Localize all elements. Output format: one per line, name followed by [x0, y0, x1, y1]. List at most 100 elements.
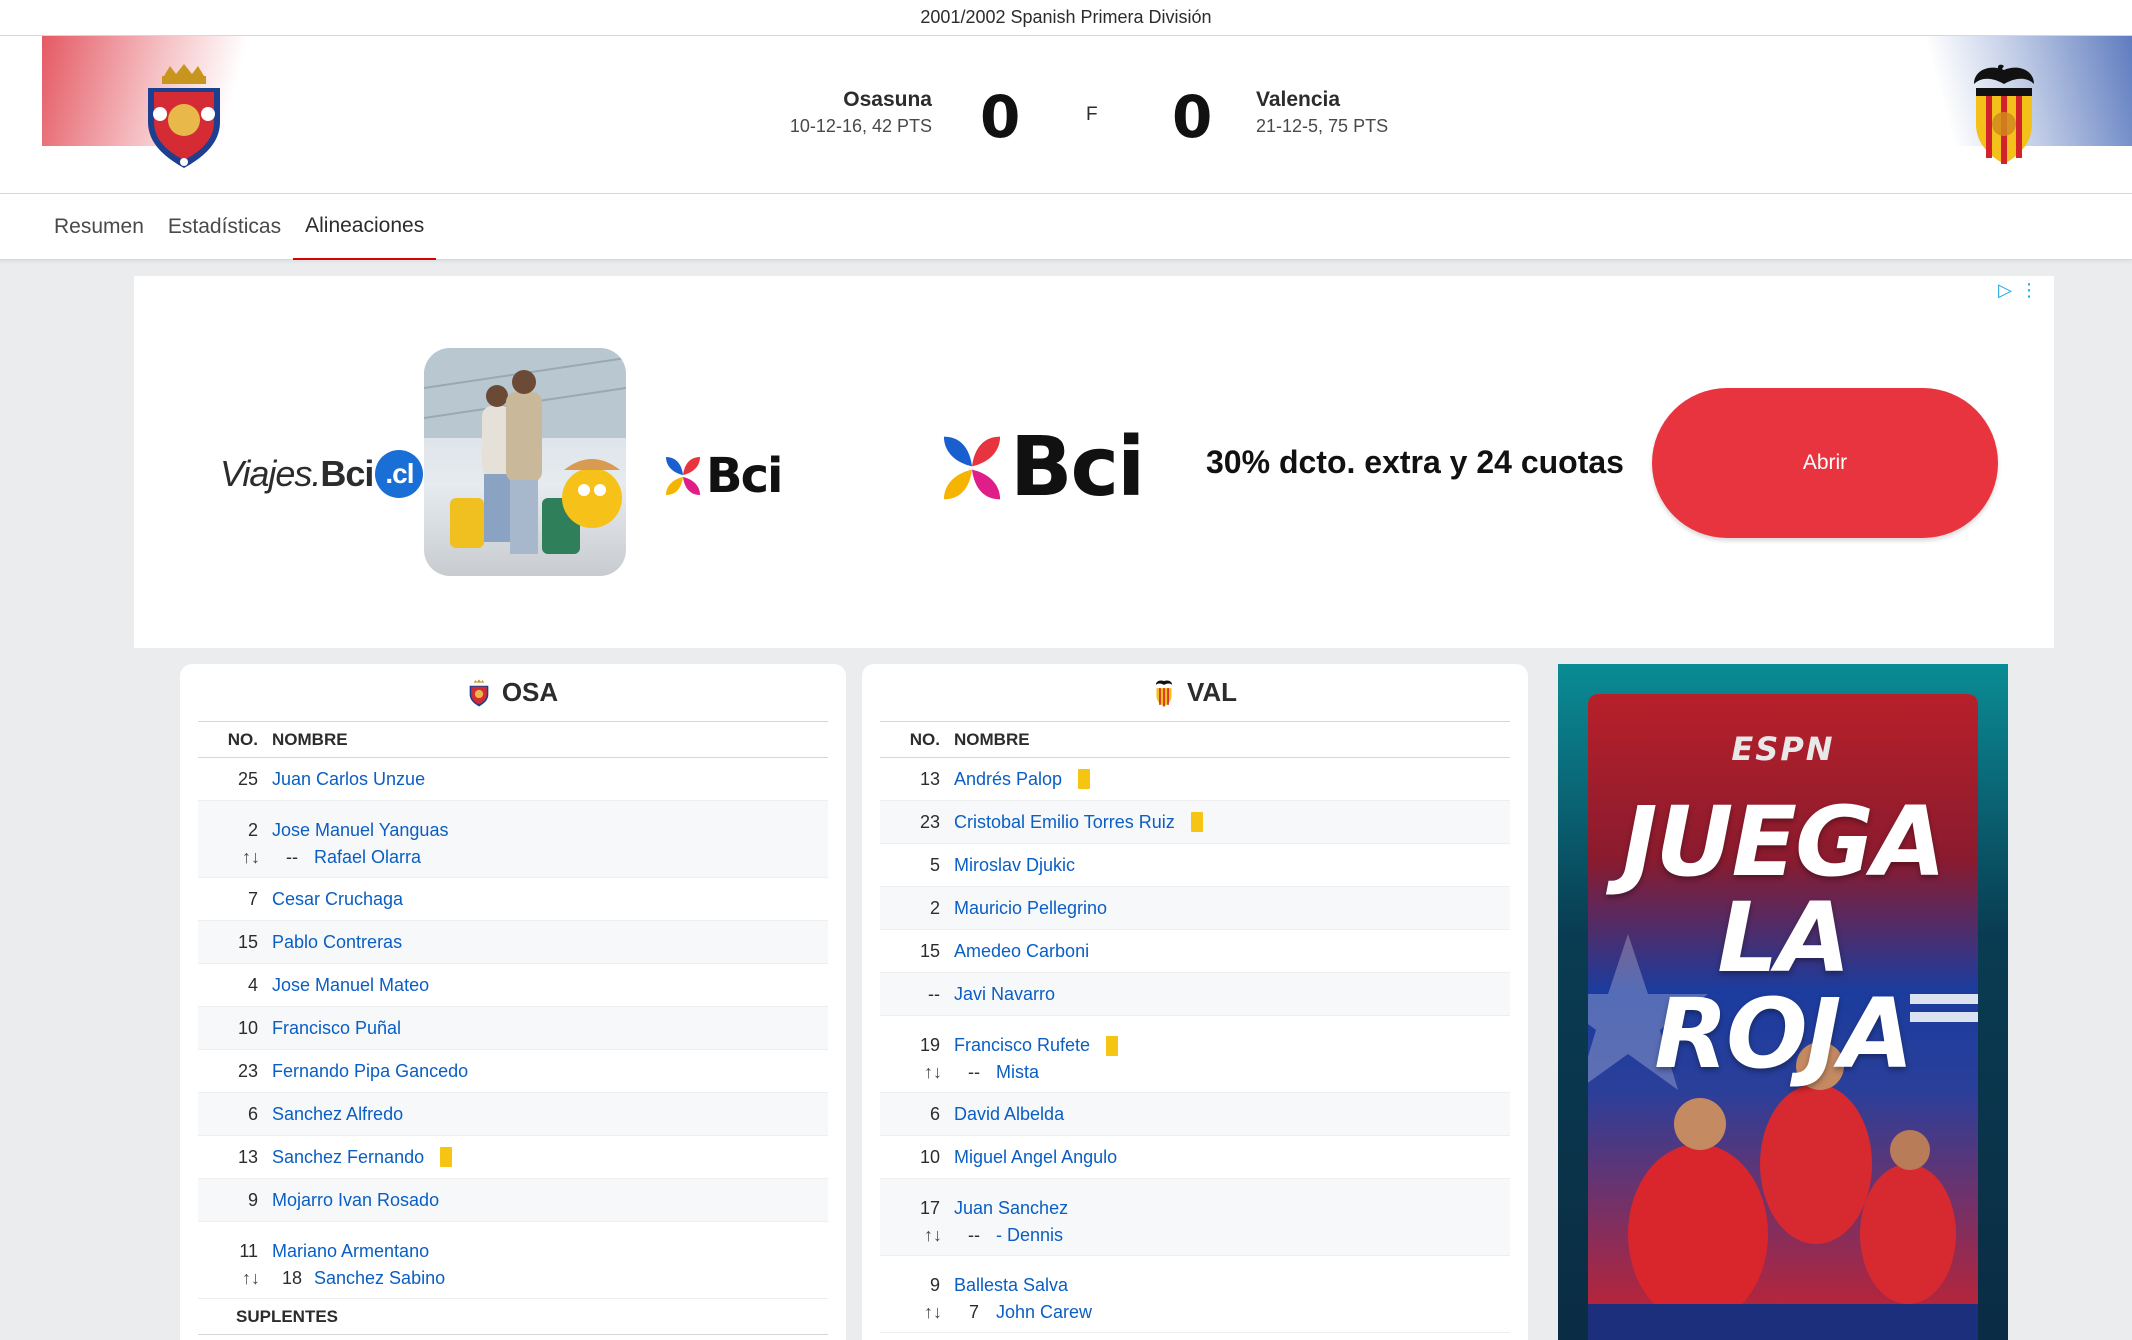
- side-ad-poster[interactable]: ESPN JUEGA LA ROJA: [1588, 694, 1978, 1340]
- player-line: 7 Cesar Cruchaga: [198, 878, 828, 920]
- player-name-link[interactable]: Sanchez Fernando: [272, 1147, 424, 1168]
- away-team-name[interactable]: Valencia: [1256, 88, 1388, 112]
- player-name-link[interactable]: Javi Navarro: [954, 984, 1055, 1005]
- sub-player-number: --: [968, 1062, 980, 1082]
- player-row: 11 Mariano Armentano ↑↓ 18 Sanchez Sabino: [198, 1222, 828, 1299]
- player-row: 17 Juan Sanchez ↑↓ -- - Dennis: [880, 1179, 1510, 1256]
- home-lineup-header: OSA: [198, 664, 828, 722]
- player-line: 9 Mojarro Ivan Rosado: [198, 1179, 828, 1221]
- player-number: 9: [929, 1275, 940, 1295]
- substitution-line: ↑↓ -- Rafael Olarra: [198, 845, 828, 877]
- tab-estadisticas[interactable]: Estadísticas: [156, 194, 293, 260]
- ad-menu-icon[interactable]: ⋮: [2020, 280, 2038, 301]
- player-row: 2 Mauricio Pellegrino: [880, 887, 1510, 930]
- player-line: 6 David Albelda: [880, 1093, 1510, 1135]
- sub-player-name-link[interactable]: Rafael Olarra: [314, 847, 421, 868]
- side-ad[interactable]: ESPN JUEGA LA ROJA: [1558, 664, 2008, 1340]
- home-team-block[interactable]: Osasuna 10-12-16, 42 PTS: [790, 88, 932, 137]
- player-number: 6: [929, 1103, 940, 1124]
- osasuna-small-crest-icon: [469, 679, 489, 706]
- side-ad-line2: LA ROJA: [1654, 882, 1914, 1090]
- bci-word-large: Bci: [1010, 420, 1145, 515]
- valencia-crest-icon[interactable]: [1966, 62, 2042, 171]
- player-name-link[interactable]: Mojarro Ivan Rosado: [272, 1190, 439, 1211]
- player-name-link[interactable]: Cesar Cruchaga: [272, 889, 403, 910]
- ad-open-button[interactable]: Abrir: [1652, 388, 1998, 538]
- player-name-link[interactable]: Sanchez Alfredo: [272, 1104, 403, 1125]
- substitution-arrows-icon: ↑↓: [242, 1268, 260, 1288]
- osasuna-crest-icon[interactable]: [142, 62, 226, 175]
- player-line: 15 Pablo Contreras: [198, 921, 828, 963]
- player-line: 11 Mariano Armentano: [198, 1222, 828, 1266]
- col-no: NO.: [909, 729, 940, 749]
- player-number: 19: [919, 1035, 940, 1055]
- player-row: 15 Amedeo Carboni: [880, 930, 1510, 973]
- player-line: 19 Francisco Rufete: [880, 1016, 1510, 1060]
- player-name-link[interactable]: Miroslav Djukic: [954, 855, 1075, 876]
- player-number: 2: [929, 897, 940, 918]
- away-lineup-card: VAL NO. NOMBRE 13 Andrés Palop 23 Cristobal…: [862, 664, 1528, 1340]
- sub-player-name-link[interactable]: John Carew: [996, 1302, 1092, 1323]
- player-row: 10 Francisco Puñal: [198, 1007, 828, 1050]
- player-name-link[interactable]: Mauricio Pellegrino: [954, 898, 1107, 919]
- player-line: 25 Juan Carlos Unzue: [198, 758, 828, 800]
- player-line: 10 Miguel Angel Angulo: [880, 1136, 1510, 1178]
- player-name-link[interactable]: Miguel Angel Angulo: [954, 1147, 1117, 1168]
- player-number: 15: [919, 940, 940, 961]
- player-name-link[interactable]: Ballesta Salva: [954, 1275, 1068, 1296]
- player-number: 23: [237, 1060, 258, 1081]
- player-name-link[interactable]: Andrés Palop: [954, 769, 1062, 790]
- player-name-link[interactable]: Juan Carlos Unzue: [272, 769, 425, 790]
- sub-player-name-link[interactable]: Mista: [996, 1062, 1039, 1083]
- player-line: 5 Miroslav Djukic: [880, 844, 1510, 886]
- player-name-link[interactable]: Fernando Pipa Gancedo: [272, 1061, 468, 1082]
- substitution-arrows-icon: ↑↓: [924, 1302, 942, 1322]
- player-name-link[interactable]: Cristobal Emilio Torres Ruiz: [954, 812, 1175, 833]
- player-name-link[interactable]: Amedeo Carboni: [954, 941, 1089, 962]
- player-row: -- Javi Navarro: [880, 973, 1510, 1016]
- home-team-name[interactable]: Osasuna: [790, 88, 932, 112]
- player-name-link[interactable]: Jose Manuel Mateo: [272, 975, 429, 996]
- yellow-card-icon: [440, 1147, 453, 1167]
- substitution-line: ↑↓ -- - Dennis: [880, 1223, 1510, 1255]
- league-title: 2001/2002 Spanish Primera División: [920, 7, 1212, 27]
- substitution-line: ↑↓ 18 Sanchez Sabino: [198, 1266, 828, 1298]
- player-line: 6 Sanchez Alfredo: [198, 1093, 828, 1135]
- scoreboard: Osasuna 10-12-16, 42 PTS 0 F 0 Valencia …: [0, 36, 2132, 194]
- player-line: 13 Andrés Palop: [880, 758, 1510, 800]
- player-number: 17: [919, 1198, 940, 1218]
- player-name-link[interactable]: Francisco Puñal: [272, 1018, 401, 1039]
- away-score: 0: [1172, 83, 1213, 151]
- sub-player-name-link[interactable]: Sanchez Sabino: [314, 1268, 445, 1289]
- player-number: 23: [919, 811, 940, 832]
- player-line: 4 Jose Manuel Mateo: [198, 964, 828, 1006]
- away-abbr: VAL: [1186, 677, 1238, 707]
- home-player-list: 25 Juan Carlos Unzue 2 Jose Manuel Yanguas ↑…: [198, 758, 828, 1299]
- player-row: 10 Miguel Angel Angulo: [880, 1136, 1510, 1179]
- ad-banner[interactable]: ▷ ⋮ Viajes. Bci .cl Bci Bci 30% dcto. ex…: [134, 276, 2054, 648]
- player-row: 13 Sanchez Fernando: [198, 1136, 828, 1179]
- player-name-link[interactable]: Jose Manuel Yanguas: [272, 820, 448, 841]
- tab-alineaciones[interactable]: Alineaciones: [293, 194, 437, 260]
- ad-choices[interactable]: ▷ ⋮: [1998, 280, 2038, 301]
- player-number: 15: [237, 931, 258, 952]
- logo-bold: Bci: [320, 453, 374, 494]
- player-row: 6 Sanchez Alfredo: [198, 1093, 828, 1136]
- tab-resumen[interactable]: Resumen: [42, 194, 156, 260]
- away-team-block[interactable]: Valencia 21-12-5, 75 PTS: [1256, 88, 1388, 137]
- player-name-link[interactable]: Francisco Rufete: [954, 1035, 1090, 1056]
- player-row: 23 Cristobal Emilio Torres Ruiz: [880, 801, 1510, 844]
- ad-headline: 30% dcto. extra y 24 cuotas: [1206, 444, 1624, 480]
- player-number: 6: [247, 1103, 258, 1124]
- player-name-link[interactable]: Pablo Contreras: [272, 932, 402, 953]
- player-row: 25 Juan Carlos Unzue: [198, 758, 828, 801]
- player-row: 13 Andrés Palop: [880, 758, 1510, 801]
- player-number: --: [928, 983, 940, 1004]
- player-name-link[interactable]: Mariano Armentano: [272, 1241, 429, 1262]
- ad-choices-icon[interactable]: ▷: [1998, 280, 2012, 301]
- player-name-link[interactable]: David Albelda: [954, 1104, 1064, 1125]
- player-name-link[interactable]: Juan Sanchez: [954, 1198, 1068, 1219]
- sub-player-name-link[interactable]: - Dennis: [996, 1225, 1063, 1246]
- player-line: 2 Jose Manuel Yanguas: [198, 801, 828, 845]
- player-row: 9 Ballesta Salva ↑↓ 7 John Carew: [880, 1256, 1510, 1333]
